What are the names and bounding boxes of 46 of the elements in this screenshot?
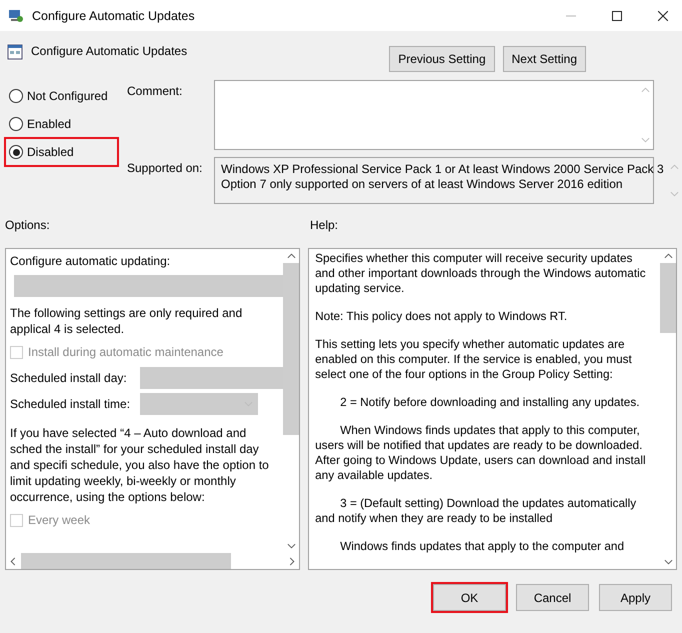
help-paragraph: Windows finds updates that apply to the computer and <box>339 539 626 554</box>
window-title: Configure Automatic Updates <box>32 8 196 22</box>
radio-button[interactable] <box>9 89 23 103</box>
scrollbar-thumb[interactable] <box>660 263 676 333</box>
option-text: The following settings are only required and applical 4 is selected. <box>10 305 244 337</box>
help-paragraph: Specifies whether this computer will receive security updates and other important downloads through the Windows automatic updating service. <box>315 251 647 296</box>
radio-button[interactable] <box>9 145 23 159</box>
field-label: Scheduled install day: <box>10 370 128 386</box>
scroll-down-icon[interactable] <box>664 559 672 565</box>
scroll-right-icon[interactable] <box>289 556 296 566</box>
radio-label: Not Configured <box>27 89 108 103</box>
nav-button[interactable]: Previous Setting <box>389 46 495 72</box>
computer-icon <box>8 8 24 24</box>
nav-button[interactable]: Next Setting <box>502 46 586 72</box>
checkbox-label: Install during automatic maintenance <box>28 345 224 359</box>
help-paragraph: 2 = Notify before downloading and installing any updates. <box>339 395 640 410</box>
help-label: Help: <box>310 218 338 232</box>
scroll-up-icon[interactable] <box>286 253 296 259</box>
comment-label: Comment: <box>127 83 184 100</box>
dialog-button[interactable]: Cancel <box>516 584 589 611</box>
help-paragraph: This setting lets you specify whether automatic updates are enabled on this computer. If the service is enabled, you must select one of the four options in the Group Policy Setting: <box>315 337 633 382</box>
scroll-up-icon[interactable] <box>664 253 672 259</box>
radio-label: Disabled <box>27 145 74 159</box>
options-label: Options: <box>5 218 51 232</box>
help-paragraph: Note: This policy does not apply to Windows RT. <box>315 309 568 324</box>
field-label: Scheduled install time: <box>10 396 132 412</box>
policy-icon <box>7 44 23 60</box>
scrollbar-thumb[interactable] <box>283 263 300 435</box>
scroll-left-icon[interactable] <box>10 556 16 566</box>
policy-title: Configure Automatic Updates <box>31 44 188 58</box>
option-label: Configure automatic updating: <box>10 253 172 269</box>
option-text: If you have selected “4 – Auto download and sched the install” for your scheduled install day and specifi schedule, you also have the option to limit updating weekly, bi-weekly or monthly occurrence, using the options below: <box>10 425 270 505</box>
dialog-button[interactable]: Apply <box>599 584 672 611</box>
maximize-icon[interactable] <box>612 10 622 20</box>
checkbox-label: Every week <box>28 513 90 527</box>
scroll-down-icon[interactable] <box>286 543 296 549</box>
scrollbar-thumb[interactable] <box>21 553 231 569</box>
radio-label: Enabled <box>27 117 72 131</box>
supported-on-label: Supported on: <box>127 160 204 177</box>
help-paragraph: 3 = (Default setting) Download the updates automatically and notify when they are ready to be installed <box>315 496 638 526</box>
supported-on-text: Windows XP Professional Service Pack 1 or At least Windows 2000 Service Pack 3 <box>221 162 664 177</box>
supported-on-text: Option 7 only supported on servers of at least Windows Server 2016 edition <box>221 177 624 192</box>
radio-button[interactable] <box>9 117 23 131</box>
help-paragraph: When Windows finds updates that apply to this computer, users will be notified that updates are ready to be downloaded. After going to Windows Update, users can download and install any available updates. <box>315 423 647 483</box>
dialog-button[interactable]: OK <box>433 584 506 611</box>
close-icon[interactable] <box>658 10 668 20</box>
